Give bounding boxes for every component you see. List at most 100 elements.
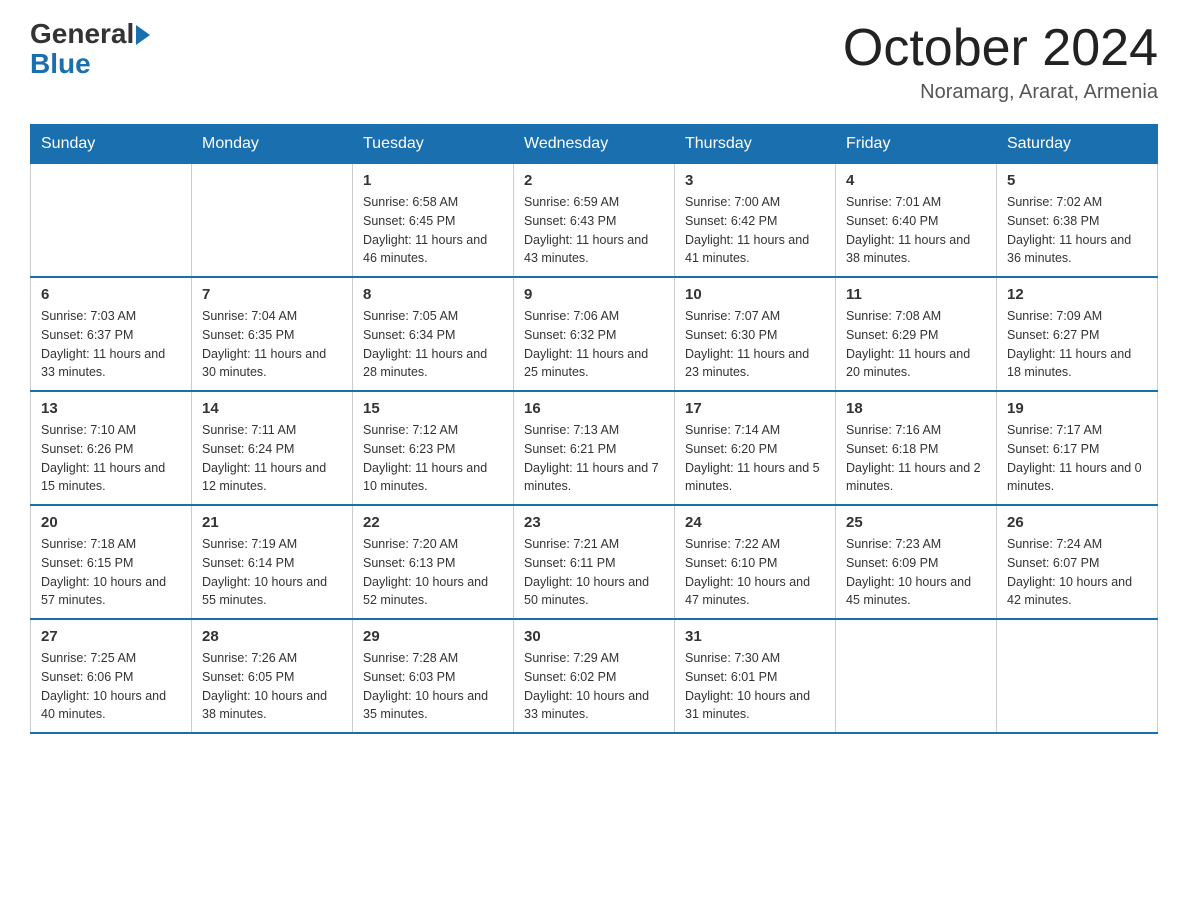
calendar-cell: 15 Sunrise: 7:12 AM Sunset: 6:23 PM Dayli…	[353, 391, 514, 505]
calendar-cell: 13 Sunrise: 7:10 AM Sunset: 6:26 PM Dayli…	[31, 391, 192, 505]
day-info: Sunrise: 7:12 AM Sunset: 6:23 PM Dayligh…	[363, 421, 503, 496]
week-row-1: 1 Sunrise: 6:58 AM Sunset: 6:45 PM Daylig…	[31, 164, 1158, 278]
day-info: Sunrise: 7:03 AM Sunset: 6:37 PM Dayligh…	[41, 307, 181, 382]
day-info: Sunrise: 7:19 AM Sunset: 6:14 PM Dayligh…	[202, 535, 342, 610]
day-header-tuesday: Tuesday	[353, 125, 514, 164]
day-info: Sunrise: 7:11 AM Sunset: 6:24 PM Dayligh…	[202, 421, 342, 496]
day-info: Sunrise: 7:20 AM Sunset: 6:13 PM Dayligh…	[363, 535, 503, 610]
calendar-cell: 27Sunrise: 7:25 AM Sunset: 6:06 PM Dayli…	[31, 619, 192, 733]
day-number: 15	[363, 400, 503, 417]
calendar-cell: 3Sunrise: 7:00 AM Sunset: 6:42 PM Daylig…	[675, 164, 836, 278]
calendar-table: SundayMondayTuesdayWednesdayThursdayFrid…	[30, 124, 1158, 734]
day-info: Sunrise: 7:30 AM Sunset: 6:01 PM Dayligh…	[685, 649, 825, 724]
day-info: Sunrise: 7:22 AM Sunset: 6:10 PM Dayligh…	[685, 535, 825, 610]
logo: General Blue	[30, 20, 150, 80]
day-header-sunday: Sunday	[31, 125, 192, 164]
day-number: 4	[846, 172, 986, 189]
day-info: Sunrise: 7:08 AM Sunset: 6:29 PM Dayligh…	[846, 307, 986, 382]
day-number: 17	[685, 400, 825, 417]
day-number: 5	[1007, 172, 1147, 189]
day-number: 12	[1007, 286, 1147, 303]
calendar-cell	[997, 619, 1158, 733]
day-number: 8	[363, 286, 503, 303]
calendar-cell: 20 Sunrise: 7:18 AM Sunset: 6:15 PM Dayli…	[31, 505, 192, 619]
calendar-cell: 16 Sunrise: 7:13 AM Sunset: 6:21 PM Dayli…	[514, 391, 675, 505]
calendar-cell: 8 Sunrise: 7:05 AM Sunset: 6:34 PM Daylig…	[353, 277, 514, 391]
calendar-title: October 2024	[843, 20, 1158, 77]
calendar-cell: 7 Sunrise: 7:04 AM Sunset: 6:35 PM Daylig…	[192, 277, 353, 391]
calendar-cell: 31 Sunrise: 7:30 AM Sunset: 6:01 PM Dayli…	[675, 619, 836, 733]
day-number: 25	[846, 514, 986, 531]
day-info: Sunrise: 7:18 AM Sunset: 6:15 PM Dayligh…	[41, 535, 181, 610]
day-number: 28	[202, 628, 342, 645]
calendar-cell: 22 Sunrise: 7:20 AM Sunset: 6:13 PM Dayli…	[353, 505, 514, 619]
day-number: 11	[846, 286, 986, 303]
calendar-cell: 1 Sunrise: 6:58 AM Sunset: 6:45 PM Daylig…	[353, 164, 514, 278]
day-number: 18	[846, 400, 986, 417]
calendar-cell: 4Sunrise: 7:01 AM Sunset: 6:40 PM Daylig…	[836, 164, 997, 278]
day-number: 22	[363, 514, 503, 531]
day-info: Sunrise: 7:13 AM Sunset: 6:21 PM Dayligh…	[524, 421, 664, 496]
title-area: October 2024 Noramarg, Ararat, Armenia	[843, 20, 1158, 104]
calendar-cell: 30 Sunrise: 7:29 AM Sunset: 6:02 PM Dayli…	[514, 619, 675, 733]
day-number: 30	[524, 628, 664, 645]
day-header-monday: Monday	[192, 125, 353, 164]
day-number: 14	[202, 400, 342, 417]
day-number: 31	[685, 628, 825, 645]
day-number: 7	[202, 286, 342, 303]
day-info: Sunrise: 7:16 AM Sunset: 6:18 PM Dayligh…	[846, 421, 986, 496]
calendar-cell: 5Sunrise: 7:02 AM Sunset: 6:38 PM Daylig…	[997, 164, 1158, 278]
day-number: 10	[685, 286, 825, 303]
day-info: Sunrise: 7:29 AM Sunset: 6:02 PM Dayligh…	[524, 649, 664, 724]
day-number: 1	[363, 172, 503, 189]
day-number: 19	[1007, 400, 1147, 417]
day-info: Sunrise: 7:07 AM Sunset: 6:30 PM Dayligh…	[685, 307, 825, 382]
calendar-cell: 12 Sunrise: 7:09 AM Sunset: 6:27 PM Dayli…	[997, 277, 1158, 391]
calendar-cell: 21Sunrise: 7:19 AM Sunset: 6:14 PM Dayli…	[192, 505, 353, 619]
week-row-5: 27Sunrise: 7:25 AM Sunset: 6:06 PM Dayli…	[31, 619, 1158, 733]
logo-arrow-icon	[136, 25, 150, 45]
day-number: 26	[1007, 514, 1147, 531]
calendar-cell: 19Sunrise: 7:17 AM Sunset: 6:17 PM Dayli…	[997, 391, 1158, 505]
day-number: 20	[41, 514, 181, 531]
day-number: 29	[363, 628, 503, 645]
header: General Blue October 2024 Noramarg, Arar…	[30, 20, 1158, 104]
day-number: 23	[524, 514, 664, 531]
week-row-4: 20 Sunrise: 7:18 AM Sunset: 6:15 PM Dayli…	[31, 505, 1158, 619]
day-header-friday: Friday	[836, 125, 997, 164]
day-info: Sunrise: 7:04 AM Sunset: 6:35 PM Dayligh…	[202, 307, 342, 382]
day-info: Sunrise: 7:26 AM Sunset: 6:05 PM Dayligh…	[202, 649, 342, 724]
day-number: 9	[524, 286, 664, 303]
day-number: 6	[41, 286, 181, 303]
day-number: 3	[685, 172, 825, 189]
calendar-cell: 23 Sunrise: 7:21 AM Sunset: 6:11 PM Dayli…	[514, 505, 675, 619]
calendar-cell	[836, 619, 997, 733]
day-info: Sunrise: 7:10 AM Sunset: 6:26 PM Dayligh…	[41, 421, 181, 496]
day-info: Sunrise: 7:24 AM Sunset: 6:07 PM Dayligh…	[1007, 535, 1147, 610]
week-row-3: 13 Sunrise: 7:10 AM Sunset: 6:26 PM Dayli…	[31, 391, 1158, 505]
day-number: 2	[524, 172, 664, 189]
day-info: Sunrise: 7:14 AM Sunset: 6:20 PM Dayligh…	[685, 421, 825, 496]
day-info: Sunrise: 7:09 AM Sunset: 6:27 PM Dayligh…	[1007, 307, 1147, 382]
day-number: 16	[524, 400, 664, 417]
day-info: Sunrise: 6:58 AM Sunset: 6:45 PM Dayligh…	[363, 193, 503, 268]
calendar-cell: 26 Sunrise: 7:24 AM Sunset: 6:07 PM Dayli…	[997, 505, 1158, 619]
calendar-cell: 29 Sunrise: 7:28 AM Sunset: 6:03 PM Dayli…	[353, 619, 514, 733]
day-header-wednesday: Wednesday	[514, 125, 675, 164]
calendar-cell: 28 Sunrise: 7:26 AM Sunset: 6:05 PM Dayli…	[192, 619, 353, 733]
day-number: 27	[41, 628, 181, 645]
day-number: 13	[41, 400, 181, 417]
day-info: Sunrise: 7:28 AM Sunset: 6:03 PM Dayligh…	[363, 649, 503, 724]
day-info: Sunrise: 7:21 AM Sunset: 6:11 PM Dayligh…	[524, 535, 664, 610]
logo-general-text: General	[30, 20, 134, 48]
header-row: SundayMondayTuesdayWednesdayThursdayFrid…	[31, 125, 1158, 164]
calendar-cell: 2 Sunrise: 6:59 AM Sunset: 6:43 PM Daylig…	[514, 164, 675, 278]
day-info: Sunrise: 6:59 AM Sunset: 6:43 PM Dayligh…	[524, 193, 664, 268]
day-info: Sunrise: 7:05 AM Sunset: 6:34 PM Dayligh…	[363, 307, 503, 382]
calendar-cell: 17 Sunrise: 7:14 AM Sunset: 6:20 PM Dayli…	[675, 391, 836, 505]
day-header-thursday: Thursday	[675, 125, 836, 164]
day-number: 24	[685, 514, 825, 531]
calendar-cell: 24 Sunrise: 7:22 AM Sunset: 6:10 PM Dayli…	[675, 505, 836, 619]
calendar-cell	[31, 164, 192, 278]
calendar-cell: 18 Sunrise: 7:16 AM Sunset: 6:18 PM Dayli…	[836, 391, 997, 505]
